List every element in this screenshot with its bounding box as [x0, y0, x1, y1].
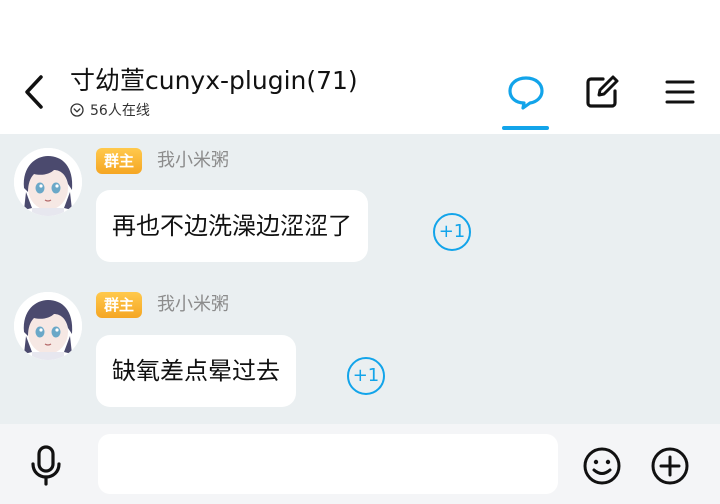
chat-bubble-icon — [508, 76, 544, 110]
owner-badge: 群主 — [96, 292, 143, 318]
plus-one-button[interactable]: +1 — [347, 357, 385, 395]
microphone-icon — [31, 445, 61, 486]
sender-name[interactable]: 我小米粥 — [157, 292, 229, 318]
avatar[interactable] — [14, 148, 82, 216]
chat-tab[interactable] — [502, 68, 550, 116]
anime-avatar-image — [14, 148, 82, 216]
chevron-left-icon — [25, 75, 43, 109]
online-status: 56人在线 — [70, 100, 358, 120]
message-list[interactable]: 群主 我小米粥 再也不边洗澡边涩涩了 +1 群主 我小米粥 缺氧差点晕过去 +1 — [0, 134, 720, 424]
chat-header: 寸幼萱cunyx-plugin(71) 56人在线 — [0, 0, 720, 134]
back-button[interactable] — [16, 72, 52, 112]
plus-circle-icon — [651, 447, 689, 485]
message-bubble[interactable]: 再也不边洗澡边涩涩了 — [96, 190, 368, 262]
edit-square-icon — [586, 75, 619, 108]
online-count: 56人在线 — [90, 103, 150, 119]
hamburger-menu-icon — [665, 80, 695, 104]
owner-badge: 群主 — [96, 148, 143, 174]
message-bubble[interactable]: 缺氧差点晕过去 — [96, 335, 296, 407]
menu-button[interactable] — [656, 68, 704, 116]
group-title: 寸幼萱cunyx-plugin(71) — [70, 66, 358, 95]
active-tab-indicator — [502, 126, 549, 130]
anime-avatar-image — [14, 292, 82, 360]
emoji-button[interactable] — [580, 444, 624, 488]
voice-button[interactable] — [24, 442, 68, 488]
message-input[interactable] — [98, 434, 558, 494]
plus-one-button[interactable]: +1 — [433, 213, 471, 251]
smiley-icon — [583, 447, 621, 485]
chat-screen: 寸幼萱cunyx-plugin(71) 56人在线 群主 我小米粥 再也不边洗澡… — [0, 0, 720, 504]
edit-button[interactable] — [578, 68, 626, 116]
sender-name[interactable]: 我小米粥 — [157, 148, 229, 174]
header-title-block[interactable]: 寸幼萱cunyx-plugin(71) 56人在线 — [70, 64, 358, 120]
avatar[interactable] — [14, 292, 82, 360]
input-bar — [0, 424, 720, 504]
more-button[interactable] — [648, 444, 692, 488]
check-circle-icon — [70, 103, 84, 117]
